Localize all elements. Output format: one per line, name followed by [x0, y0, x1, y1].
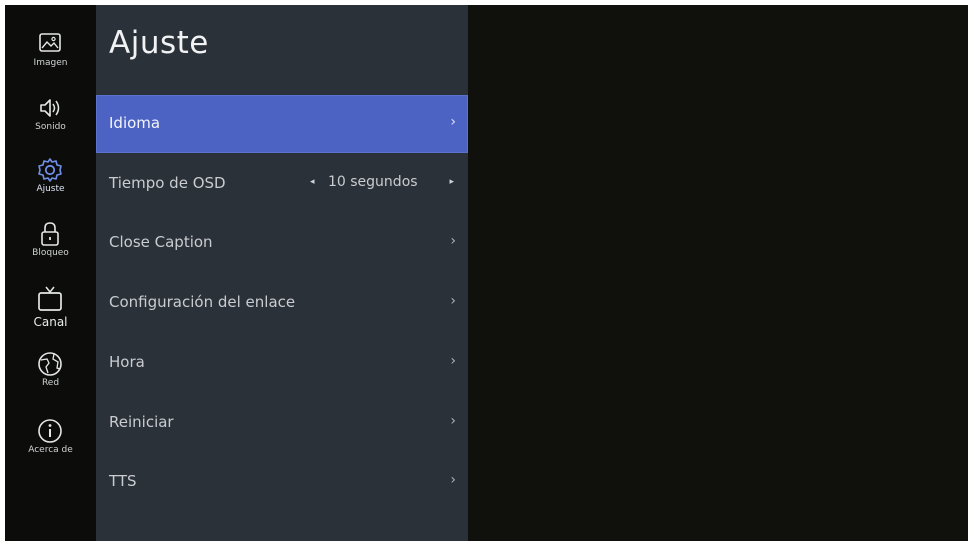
nav-label: Acerca de: [28, 445, 73, 455]
menu-item-label: Close Caption: [109, 233, 213, 251]
settings-panel: Ajuste Idioma › Tiempo de OSD ◂ 10 segun…: [96, 5, 468, 541]
nav-item-canal[interactable]: Canal: [5, 284, 96, 344]
menu-item-reiniciar[interactable]: Reiniciar ›: [96, 394, 468, 452]
chevron-right-icon: ›: [450, 413, 456, 429]
osd-time-value: 10 segundos: [328, 174, 418, 190]
osd-time-selector[interactable]: ◂ 10 segundos ▸: [298, 174, 458, 194]
nav-label: Imagen: [33, 58, 68, 68]
menu-item-hora[interactable]: Hora ›: [96, 334, 468, 392]
settings-nav-rail: Imagen Sonido Ajuste Bloqueo Canal Red A…: [5, 5, 96, 541]
nav-item-bloqueo[interactable]: Bloqueo: [5, 219, 96, 279]
nav-label: Canal: [33, 315, 68, 329]
speaker-icon: [35, 93, 65, 123]
page-title: Ajuste: [109, 25, 209, 61]
nav-label: Red: [41, 378, 60, 388]
arrow-right-icon[interactable]: ▸: [449, 177, 454, 187]
chevron-right-icon: ›: [450, 353, 456, 369]
gear-icon: [35, 155, 65, 185]
menu-item-label: Reiniciar: [109, 413, 174, 431]
nav-label: Ajuste: [36, 184, 65, 194]
menu-item-label: Idioma: [109, 114, 161, 132]
chevron-right-icon: ›: [450, 233, 456, 249]
nav-item-ajuste[interactable]: Ajuste: [5, 155, 96, 215]
menu-item-configuracion-del-enlace[interactable]: Configuración del enlace ›: [96, 274, 468, 332]
menu-item-label: Configuración del enlace: [109, 293, 296, 311]
menu-item-label: Tiempo de OSD: [109, 174, 226, 192]
menu-item-tts[interactable]: TTS ›: [96, 453, 468, 511]
chevron-right-icon: ›: [450, 472, 456, 488]
chevron-right-icon: ›: [450, 114, 456, 130]
nav-label: Bloqueo: [32, 248, 69, 258]
globe-icon: [35, 349, 65, 379]
menu-item-label: TTS: [109, 472, 137, 490]
nav-item-imagen[interactable]: Imagen: [5, 29, 96, 89]
menu-item-label: Hora: [109, 353, 145, 371]
tv-icon: [35, 284, 65, 314]
menu-item-tiempo-de-osd[interactable]: Tiempo de OSD ◂ 10 segundos ▸: [96, 155, 468, 213]
nav-item-red[interactable]: Red: [5, 349, 96, 409]
info-icon: [35, 416, 65, 446]
nav-item-sonido[interactable]: Sonido: [5, 93, 96, 153]
chevron-right-icon: ›: [450, 293, 456, 309]
lock-icon: [35, 219, 65, 249]
arrow-left-icon[interactable]: ◂: [310, 177, 315, 187]
menu-item-idioma[interactable]: Idioma ›: [96, 95, 468, 153]
menu-item-close-caption[interactable]: Close Caption ›: [96, 214, 468, 272]
nav-label: Sonido: [35, 122, 66, 132]
nav-item-acerca-de[interactable]: Acerca de: [5, 416, 96, 476]
image-icon: [35, 29, 65, 59]
tv-screen: Imagen Sonido Ajuste Bloqueo Canal Red A…: [5, 5, 968, 541]
